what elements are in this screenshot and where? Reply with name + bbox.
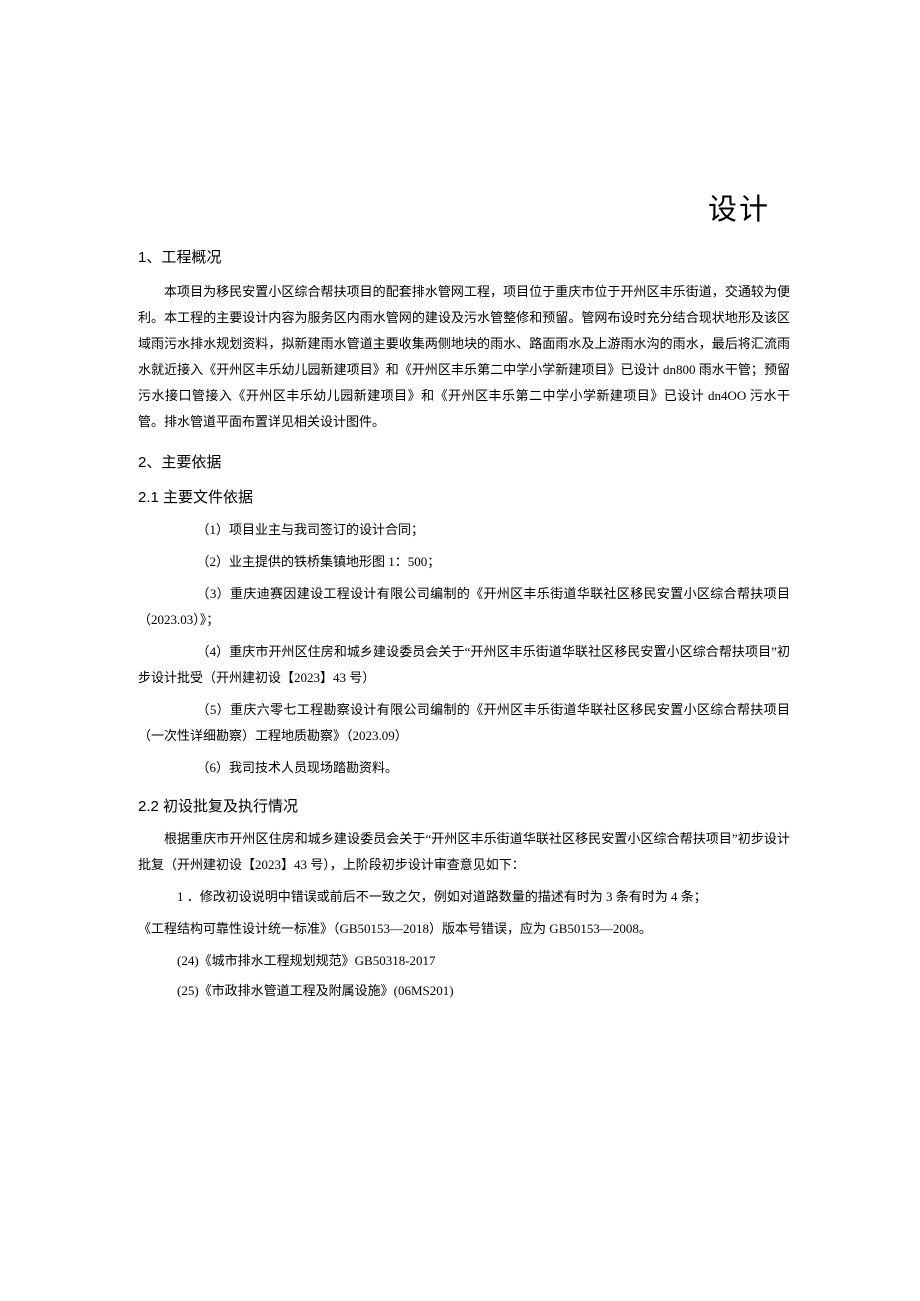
- section-1-heading: 1、工程概况: [138, 246, 790, 267]
- reference-25: (25)《市政排水管道工程及附属设施》(06MS201): [138, 978, 790, 1004]
- basis-item-2: （2）业主提供的铁桥集镇地形图 1：500；: [138, 549, 790, 575]
- reference-24: (24)《城市排水工程规划规范》GB50318-2017: [138, 948, 790, 974]
- basis-item-5-text: （5）重庆六零七工程勘察设计有限公司编制的《开州区丰乐街道华联社区移民安置小区综…: [138, 697, 790, 749]
- basis-item-1: （1）项目业主与我司签订的设计合同；: [138, 517, 790, 543]
- document-page: 设计 1、工程概况 本项目为移民安置小区综合帮扶项目的配套排水管网工程，项目位于…: [0, 0, 920, 1068]
- section-2-1-text: 主要文件依据: [163, 490, 253, 506]
- section-2-1-heading: 2.1 主要文件依据: [138, 486, 790, 507]
- basis-item-3-text: （3）重庆迪赛因建设工程设计有限公司编制的《开州区丰乐街道华联社区移民安置小区综…: [138, 581, 790, 633]
- basis-item-3: （3）重庆迪赛因建设工程设计有限公司编制的《开州区丰乐街道华联社区移民安置小区综…: [138, 581, 790, 633]
- section-1-paragraph: 本项目为移民安置小区综合帮扶项目的配套排水管网工程，项目位于重庆市位于开州区丰乐…: [138, 279, 790, 435]
- section-2-2-num: 2.2: [138, 798, 159, 815]
- section-2-2-text: 初设批复及执行情况: [163, 799, 298, 815]
- section-2-heading: 2、主要依据: [138, 451, 790, 472]
- basis-item-4-text: （4）重庆市开州区住房和城乡建设委员会关于“开州区丰乐街道华联社区移民安置小区综…: [138, 639, 790, 691]
- basis-item-5: （5）重庆六零七工程勘察设计有限公司编制的《开州区丰乐街道华联社区移民安置小区综…: [138, 697, 790, 749]
- section-1-num: 1、: [138, 249, 161, 266]
- section-2-1-num: 2.1: [138, 489, 159, 506]
- section-2-2-paragraph: 根据重庆市开州区住房和城乡建设委员会关于“开州区丰乐街道华联社区移民安置小区综合…: [138, 826, 790, 878]
- page-title: 设计: [138, 186, 790, 228]
- section-2-2-heading: 2.2 初设批复及执行情况: [138, 795, 790, 816]
- basis-item-4: （4）重庆市开州区住房和城乡建设委员会关于“开州区丰乐街道华联社区移民安置小区综…: [138, 639, 790, 691]
- basis-item-6: （6）我司技术人员现场踏勘资料。: [138, 755, 790, 781]
- gb-correction-line: 《工程结构可靠性设计统一标准》（GB50153—2018）版本号错误，应为 GB…: [138, 916, 790, 942]
- section-1-text: 工程概况: [161, 250, 221, 266]
- section-2-num: 2、: [138, 454, 161, 471]
- review-item-1: 1 ．修改初设说明中错误或前后不一致之欠，例如对道路数量的描述有时为 3 条有时…: [138, 884, 790, 910]
- section-2-text: 主要依据: [161, 455, 221, 471]
